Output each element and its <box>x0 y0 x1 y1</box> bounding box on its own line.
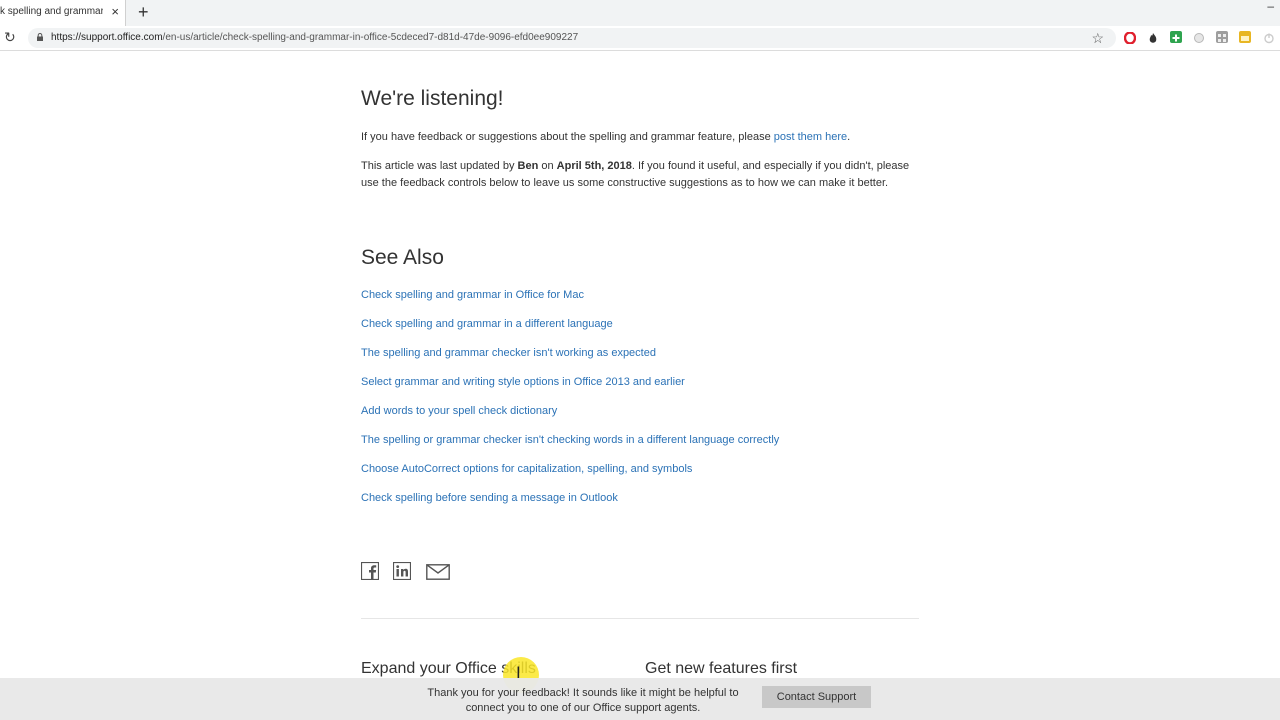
url-host: https://support.office.com <box>51 32 163 43</box>
url-path: /en-us/article/check-spelling-and-gramma… <box>162 32 579 43</box>
updated-date: April 5th, 2018 <box>556 160 632 172</box>
feedback-text: If you have feedback or suggestions abou… <box>361 131 774 143</box>
see-also-link[interactable]: Select grammar and writing style options… <box>361 376 685 388</box>
lock-icon <box>37 33 43 41</box>
section-divider <box>361 618 919 619</box>
see-also-link[interactable]: The spelling or grammar checker isn't ch… <box>361 434 779 446</box>
listening-heading: We're listening! <box>361 87 504 110</box>
updated-on: on <box>538 160 557 172</box>
address-bar[interactable]: https://support.office.com/en-us/article… <box>28 28 1116 48</box>
circle-extension-icon[interactable] <box>1193 31 1205 43</box>
flame-extension-icon[interactable] <box>1147 31 1159 43</box>
linkedin-icon[interactable] <box>392 561 412 585</box>
see-also-link[interactable]: Add words to your spell check dictionary <box>361 405 557 417</box>
updated-author: Ben <box>517 160 539 172</box>
new-tab-button[interactable]: + <box>138 2 149 22</box>
url-text: https://support.office.com/en-us/article… <box>51 32 578 43</box>
new-features-heading: Get new features first <box>645 660 798 677</box>
see-also-link[interactable]: Check spelling before sending a message … <box>361 492 618 504</box>
list-item: Add words to your spell check dictionary <box>361 405 779 434</box>
minimize-icon[interactable]: – <box>1267 0 1274 12</box>
contact-support-button[interactable]: Contact Support <box>762 686 871 708</box>
see-also-heading: See Also <box>361 246 444 269</box>
list-item: Select grammar and writing style options… <box>361 376 779 405</box>
folder-extension-icon[interactable] <box>1239 31 1251 43</box>
plus-extension-icon[interactable] <box>1170 31 1182 43</box>
list-item: The spelling and grammar checker isn't w… <box>361 347 779 376</box>
list-item: Check spelling before sending a message … <box>361 492 779 521</box>
feedback-paragraph: If you have feedback or suggestions abou… <box>361 129 919 146</box>
bookmark-star-icon[interactable]: ☆ <box>1091 29 1104 47</box>
updated-paragraph: This article was last updated by Ben on … <box>361 158 919 192</box>
power-extension-icon[interactable] <box>1263 31 1275 44</box>
see-also-list: Check spelling and grammar in Office for… <box>361 289 779 521</box>
email-icon[interactable] <box>426 564 450 585</box>
see-also-link[interactable]: The spelling and grammar checker isn't w… <box>361 347 656 359</box>
tab-strip: k spelling and grammar in O × + – <box>0 0 1280 27</box>
feedback-banner: Thank you for your feedback! It sounds l… <box>0 678 1280 720</box>
tab-close-icon[interactable]: × <box>111 4 119 20</box>
updated-prefix: This article was last updated by <box>361 160 518 172</box>
grid-extension-icon[interactable] <box>1216 31 1228 43</box>
list-item: Check spelling and grammar in a differen… <box>361 318 779 347</box>
see-also-link[interactable]: Check spelling and grammar in Office for… <box>361 289 584 301</box>
browser-tab[interactable]: k spelling and grammar in O × <box>0 0 126 26</box>
see-also-link[interactable]: Check spelling and grammar in a differen… <box>361 318 613 330</box>
post-them-here-link[interactable]: post them here <box>774 131 847 143</box>
list-item: Choose AutoCorrect options for capitaliz… <box>361 463 779 492</box>
opera-extension-icon[interactable] <box>1123 31 1137 45</box>
reload-icon[interactable]: ↻ <box>4 29 16 45</box>
banner-message: Thank you for your feedback! It sounds l… <box>427 687 739 714</box>
browser-toolbar: ↻ https://support.office.com/en-us/artic… <box>0 26 1280 51</box>
list-item: The spelling or grammar checker isn't ch… <box>361 434 779 463</box>
list-item: Check spelling and grammar in Office for… <box>361 289 779 318</box>
tab-title: k spelling and grammar in O <box>0 6 103 17</box>
facebook-icon[interactable] <box>360 561 380 585</box>
see-also-link[interactable]: Choose AutoCorrect options for capitaliz… <box>361 463 692 475</box>
feedback-end: . <box>847 131 851 143</box>
